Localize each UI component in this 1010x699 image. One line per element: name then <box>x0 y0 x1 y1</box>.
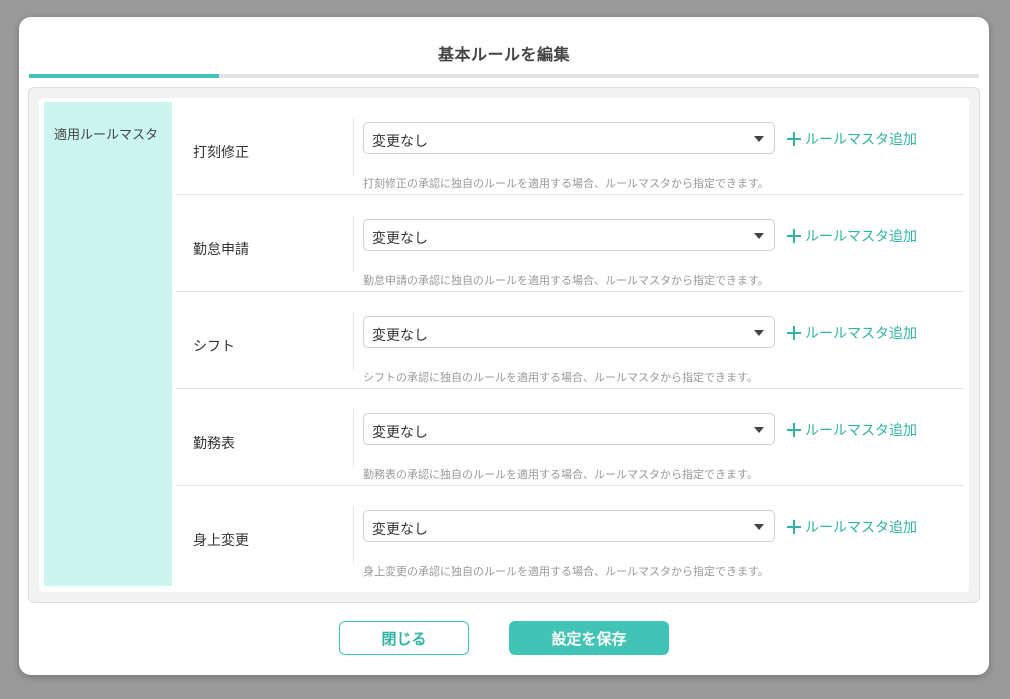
add-rule-master-label: ルールマスタ追加 <box>805 229 917 245</box>
row-divider <box>353 506 354 564</box>
tab-bar <box>29 74 979 78</box>
rule-select[interactable]: 変更なし <box>363 219 775 251</box>
add-rule-master-label: ルールマスタ追加 <box>805 520 917 536</box>
rule-help-text: 打刻修正の承認に独自のルールを適用する場合、ルールマスタから指定できます。 <box>363 177 769 190</box>
row-divider <box>353 118 354 176</box>
plus-icon <box>787 423 801 437</box>
add-rule-master-label: ルールマスタ追加 <box>805 132 917 148</box>
caret-down-icon <box>754 136 764 142</box>
caret-down-icon <box>754 233 764 239</box>
add-rule-master-button[interactable]: ルールマスタ追加 <box>787 323 917 343</box>
rule-row-punch-correction: 打刻修正 変更なし ルールマスタ追加 打刻修正の承認に独自のルールを適用する場合… <box>175 98 964 195</box>
rule-row-label: シフト <box>193 339 235 355</box>
rule-help-text: 勤怠申請の承認に独自のルールを適用する場合、ルールマスタから指定できます。 <box>363 274 769 287</box>
rule-row-label: 身上変更 <box>193 533 249 549</box>
save-settings-button[interactable]: 設定を保存 <box>509 621 669 655</box>
close-button[interactable]: 閉じる <box>339 621 469 655</box>
rule-rows: 打刻修正 変更なし ルールマスタ追加 打刻修正の承認に独自のルールを適用する場合… <box>175 98 964 592</box>
row-divider <box>353 312 354 370</box>
add-rule-master-button[interactable]: ルールマスタ追加 <box>787 420 917 440</box>
add-rule-master-label: ルールマスタ追加 <box>805 326 917 342</box>
section-header-label: 適用ルールマスタ <box>54 128 159 143</box>
add-rule-master-button[interactable]: ルールマスタ追加 <box>787 517 917 537</box>
plus-icon <box>787 326 801 340</box>
add-rule-master-label: ルールマスタ追加 <box>805 423 917 439</box>
rule-select-value: 変更なし <box>372 425 428 441</box>
edit-basic-rules-modal: 基本ルールを編集 適用ルールマスタ 打刻修正 変更なし ルールマスタ追加 打刻修… <box>19 17 989 675</box>
plus-icon <box>787 520 801 534</box>
rule-row-personal-change: 身上変更 変更なし ルールマスタ追加 身上変更の承認に独自のルールを適用する場合… <box>175 486 964 583</box>
rule-row-label: 打刻修正 <box>193 145 249 161</box>
rule-row-label: 勤務表 <box>193 436 235 452</box>
rule-select-value: 変更なし <box>372 134 428 150</box>
rule-row-label: 勤怠申請 <box>193 242 249 258</box>
caret-down-icon <box>754 330 764 336</box>
rule-help-text: 勤務表の承認に独自のルールを適用する場合、ルールマスタから指定できます。 <box>363 468 758 481</box>
rule-row-attendance-request: 勤怠申請 変更なし ルールマスタ追加 勤怠申請の承認に独自のルールを適用する場合… <box>175 195 964 292</box>
rule-select-value: 変更なし <box>372 231 428 247</box>
rule-select[interactable]: 変更なし <box>363 510 775 542</box>
rule-help-text: シフトの承認に独自のルールを適用する場合、ルールマスタから指定できます。 <box>363 371 758 384</box>
row-divider <box>353 409 354 467</box>
add-rule-master-button[interactable]: ルールマスタ追加 <box>787 129 917 149</box>
row-divider <box>353 215 354 273</box>
caret-down-icon <box>754 427 764 433</box>
rules-panel: 適用ルールマスタ 打刻修正 変更なし ルールマスタ追加 打刻修正の承認に独自のル… <box>28 87 980 603</box>
caret-down-icon <box>754 524 764 530</box>
rule-select[interactable]: 変更なし <box>363 413 775 445</box>
modal-title: 基本ルールを編集 <box>437 45 570 64</box>
rule-select[interactable]: 変更なし <box>363 316 775 348</box>
plus-icon <box>787 229 801 243</box>
rule-select-value: 変更なし <box>372 522 428 538</box>
add-rule-master-button[interactable]: ルールマスタ追加 <box>787 226 917 246</box>
rule-row-shift: シフト 変更なし ルールマスタ追加 シフトの承認に独自のルールを適用する場合、ル… <box>175 292 964 389</box>
rule-select[interactable]: 変更なし <box>363 122 775 154</box>
plus-icon <box>787 132 801 146</box>
rule-select-value: 変更なし <box>372 328 428 344</box>
section-header-cell: 適用ルールマスタ <box>44 102 172 586</box>
rule-help-text: 身上変更の承認に独自のルールを適用する場合、ルールマスタから指定できます。 <box>363 565 769 578</box>
rule-row-work-schedule: 勤務表 変更なし ルールマスタ追加 勤務表の承認に独自のルールを適用する場合、ル… <box>175 389 964 486</box>
tab-active-indicator <box>29 74 219 78</box>
rules-table: 適用ルールマスタ 打刻修正 変更なし ルールマスタ追加 打刻修正の承認に独自のル… <box>39 98 969 592</box>
